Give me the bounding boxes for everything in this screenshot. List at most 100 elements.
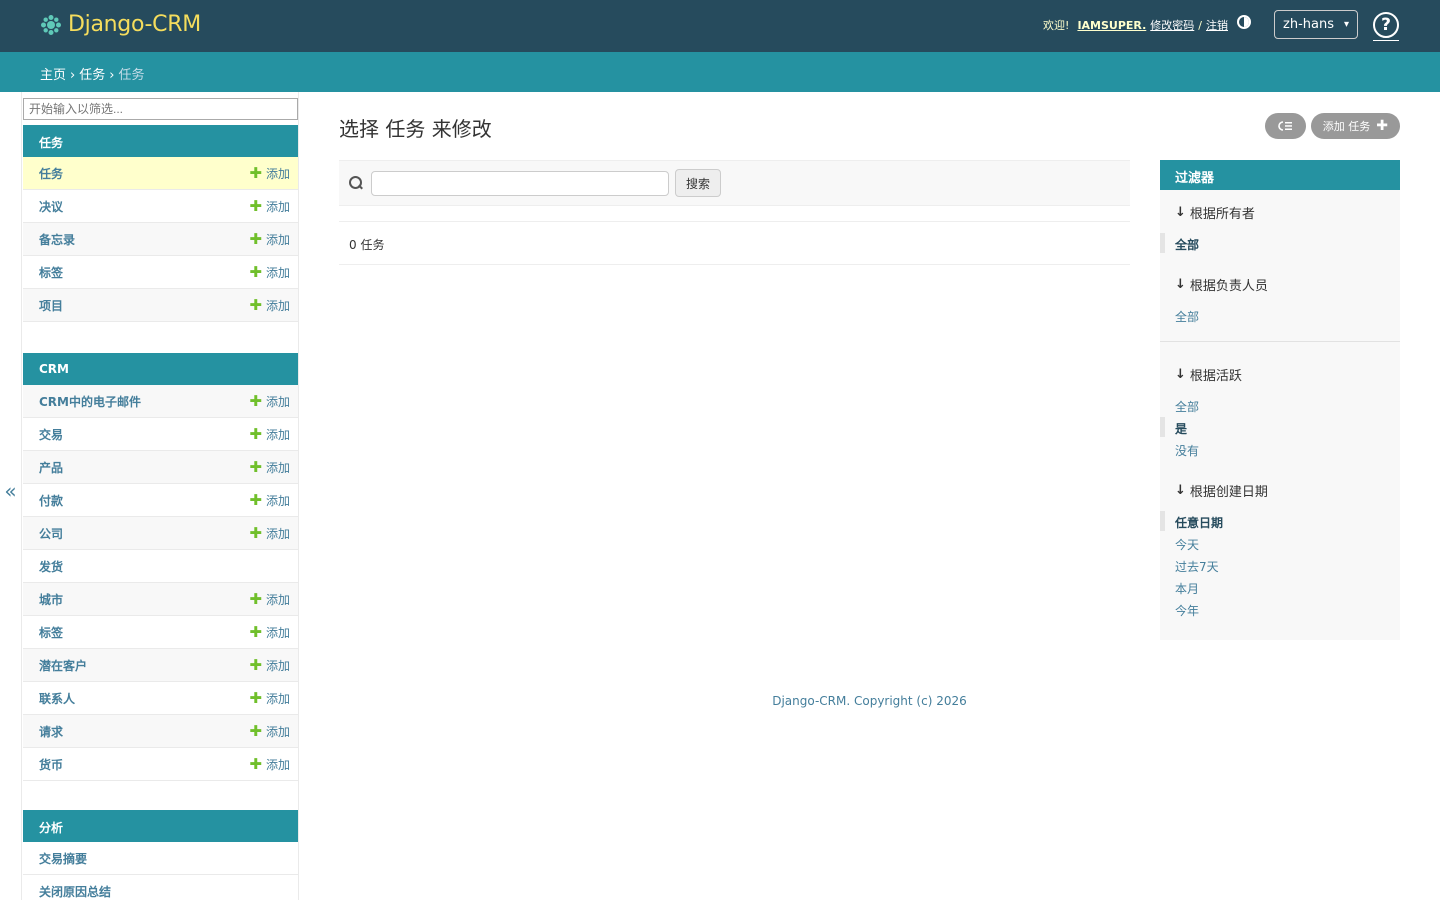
- filter-item[interactable]: 全部: [1159, 233, 1199, 253]
- add-link[interactable]: ✚ 添加: [249, 297, 290, 314]
- sidebar-item-payments[interactable]: 付款 ✚ 添加: [23, 484, 298, 517]
- filter-section-active[interactable]: ↓ 根据活跃: [1175, 365, 1242, 384]
- sidebar-item-label[interactable]: 项目: [39, 297, 63, 314]
- filter-section-label: 根据负责人员: [1189, 279, 1268, 294]
- sidebar-item-label[interactable]: 交易: [39, 426, 63, 443]
- sidebar-item-deal-summary[interactable]: 交易摘要: [23, 842, 298, 875]
- add-link[interactable]: ✚ 添加: [249, 690, 290, 707]
- plus-icon: ✚: [249, 229, 262, 248]
- add-link[interactable]: ✚ 添加: [249, 459, 290, 476]
- sidebar-item-requests[interactable]: 请求 ✚ 添加: [23, 715, 298, 748]
- module-caption[interactable]: 任务: [23, 125, 298, 157]
- add-link[interactable]: ✚ 添加: [249, 264, 290, 281]
- toggle-filter-button[interactable]: [1264, 113, 1306, 139]
- sidebar-item-label[interactable]: 货币: [39, 756, 63, 773]
- add-link[interactable]: ✚ 添加: [249, 756, 290, 773]
- sidebar-item-currencies[interactable]: 货币 ✚ 添加: [23, 748, 298, 781]
- sidebar-item-deals[interactable]: 交易 ✚ 添加: [23, 418, 298, 451]
- add-link[interactable]: ✚ 添加: [249, 657, 290, 674]
- filter-section-created-date[interactable]: ↓ 根据创建日期: [1175, 481, 1268, 500]
- sidebar-item-cities[interactable]: 城市 ✚ 添加: [23, 583, 298, 616]
- plus-icon: ✚: [249, 721, 262, 740]
- user-tools: 欢迎! IAMSUPER. 修改密码 / 注销: [1043, 17, 1228, 33]
- search-input[interactable]: [371, 170, 669, 196]
- filter-section-label: 根据创建日期: [1189, 485, 1268, 500]
- sidebar-item-crm-tags[interactable]: 标签 ✚ 添加: [23, 616, 298, 649]
- filter-item[interactable]: 没有: [1175, 442, 1199, 459]
- plus-icon: ✚: [249, 490, 262, 509]
- add-link[interactable]: ✚ 添加: [249, 198, 290, 215]
- sidebar-item-label[interactable]: 标签: [39, 264, 63, 281]
- arrow-down-icon: ↓: [1175, 483, 1186, 498]
- filter-item[interactable]: 本月: [1175, 580, 1199, 597]
- sidebar-item-products[interactable]: 产品 ✚ 添加: [23, 451, 298, 484]
- sidebar-item-label[interactable]: 潜在客户: [39, 657, 87, 674]
- sidebar-item-label[interactable]: CRM中的电子邮件: [39, 393, 141, 410]
- add-link[interactable]: ✚ 添加: [249, 624, 290, 641]
- sidebar-item-label[interactable]: 城市: [39, 591, 63, 608]
- add-link[interactable]: ✚ 添加: [249, 393, 290, 410]
- sidebar-item-label[interactable]: 请求: [39, 723, 63, 740]
- sidebar-item-shipments[interactable]: 发货: [23, 550, 298, 583]
- sidebar-item-label[interactable]: 付款: [39, 492, 63, 509]
- sidebar-item-companies[interactable]: 公司 ✚ 添加: [23, 517, 298, 550]
- breadcrumb-separator: ›: [109, 68, 115, 83]
- sidebar-item-crm-emails[interactable]: CRM中的电子邮件 ✚ 添加: [23, 385, 298, 418]
- sidebar-item-label[interactable]: 交易摘要: [39, 850, 87, 867]
- breadcrumb-app[interactable]: 任务: [79, 68, 105, 83]
- site-brand-link[interactable]: Django-CRM: [40, 12, 201, 37]
- sidebar-item-leads[interactable]: 潜在客户 ✚ 添加: [23, 649, 298, 682]
- result-count: 0 任务: [339, 221, 1130, 265]
- language-select[interactable]: zh-hans ▾: [1274, 10, 1358, 39]
- sidebar-item-label[interactable]: 公司: [39, 525, 63, 542]
- add-link[interactable]: ✚ 添加: [249, 165, 290, 182]
- theme-toggle-icon[interactable]: [1237, 15, 1251, 29]
- add-task-button[interactable]: 添加 任务 ✚: [1310, 113, 1400, 139]
- sidebar-item-projects[interactable]: 项目 ✚ 添加: [23, 289, 298, 322]
- add-label: 添加: [265, 166, 290, 181]
- add-link[interactable]: ✚ 添加: [249, 426, 290, 443]
- breadcrumb-home[interactable]: 主页: [40, 68, 66, 83]
- sidebar-item-tags[interactable]: 标签 ✚ 添加: [23, 256, 298, 289]
- add-label: 添加: [265, 493, 290, 508]
- filter-item[interactable]: 是: [1159, 417, 1187, 437]
- sidebar-item-label[interactable]: 备忘录: [39, 231, 75, 248]
- filter-item[interactable]: 任意日期: [1159, 511, 1223, 531]
- add-link[interactable]: ✚ 添加: [249, 723, 290, 740]
- filter-item[interactable]: 全部: [1175, 308, 1199, 325]
- sidebar-item-label[interactable]: 关闭原因总结: [39, 883, 111, 900]
- filter-item[interactable]: 今天: [1175, 536, 1199, 553]
- sidebar-item-contacts[interactable]: 联系人 ✚ 添加: [23, 682, 298, 715]
- logout-link[interactable]: 注销: [1206, 17, 1228, 33]
- add-link[interactable]: ✚ 添加: [249, 591, 290, 608]
- sidebar-item-label[interactable]: 联系人: [39, 690, 75, 707]
- help-icon[interactable]: ?: [1373, 12, 1399, 38]
- sidebar-item-label[interactable]: 产品: [39, 459, 63, 476]
- sidebar-item-label[interactable]: 任务: [39, 165, 63, 182]
- sidebar-item-label[interactable]: 发货: [39, 558, 63, 575]
- module-caption[interactable]: CRM: [23, 353, 298, 385]
- add-label: 添加: [265, 394, 290, 409]
- filter-item[interactable]: 全部: [1175, 398, 1199, 415]
- sidebar-item-closing-reasons[interactable]: 关闭原因总结: [23, 875, 298, 900]
- change-password-link[interactable]: 修改密码: [1150, 17, 1194, 33]
- changelist: 搜索 0 任务: [339, 160, 1130, 265]
- sidebar-collapse-button[interactable]: «: [0, 92, 22, 900]
- filter-section-responsible[interactable]: ↓ 根据负责人员: [1175, 275, 1268, 294]
- sidebar-item-memos[interactable]: 备忘录 ✚ 添加: [23, 223, 298, 256]
- module-caption[interactable]: 分析: [23, 810, 298, 842]
- filter-item[interactable]: 过去7天: [1175, 558, 1219, 575]
- sidebar-item-label[interactable]: 决议: [39, 198, 63, 215]
- add-link[interactable]: ✚ 添加: [249, 231, 290, 248]
- nav-filter-input[interactable]: [23, 98, 298, 120]
- filter-section-owner[interactable]: ↓ 根据所有者: [1175, 203, 1255, 222]
- add-link[interactable]: ✚ 添加: [249, 492, 290, 509]
- filter-item[interactable]: 今年: [1175, 602, 1199, 619]
- search-button[interactable]: 搜索: [675, 169, 722, 197]
- add-link[interactable]: ✚ 添加: [249, 525, 290, 542]
- sidebar-item-resolutions[interactable]: 决议 ✚ 添加: [23, 190, 298, 223]
- sidebar-item-tasks[interactable]: 任务 ✚ 添加: [23, 157, 298, 190]
- plus-icon: ✚: [249, 424, 262, 443]
- sidebar-item-label[interactable]: 标签: [39, 624, 63, 641]
- footer: Django-CRM. Copyright (c) 2026: [772, 694, 967, 708]
